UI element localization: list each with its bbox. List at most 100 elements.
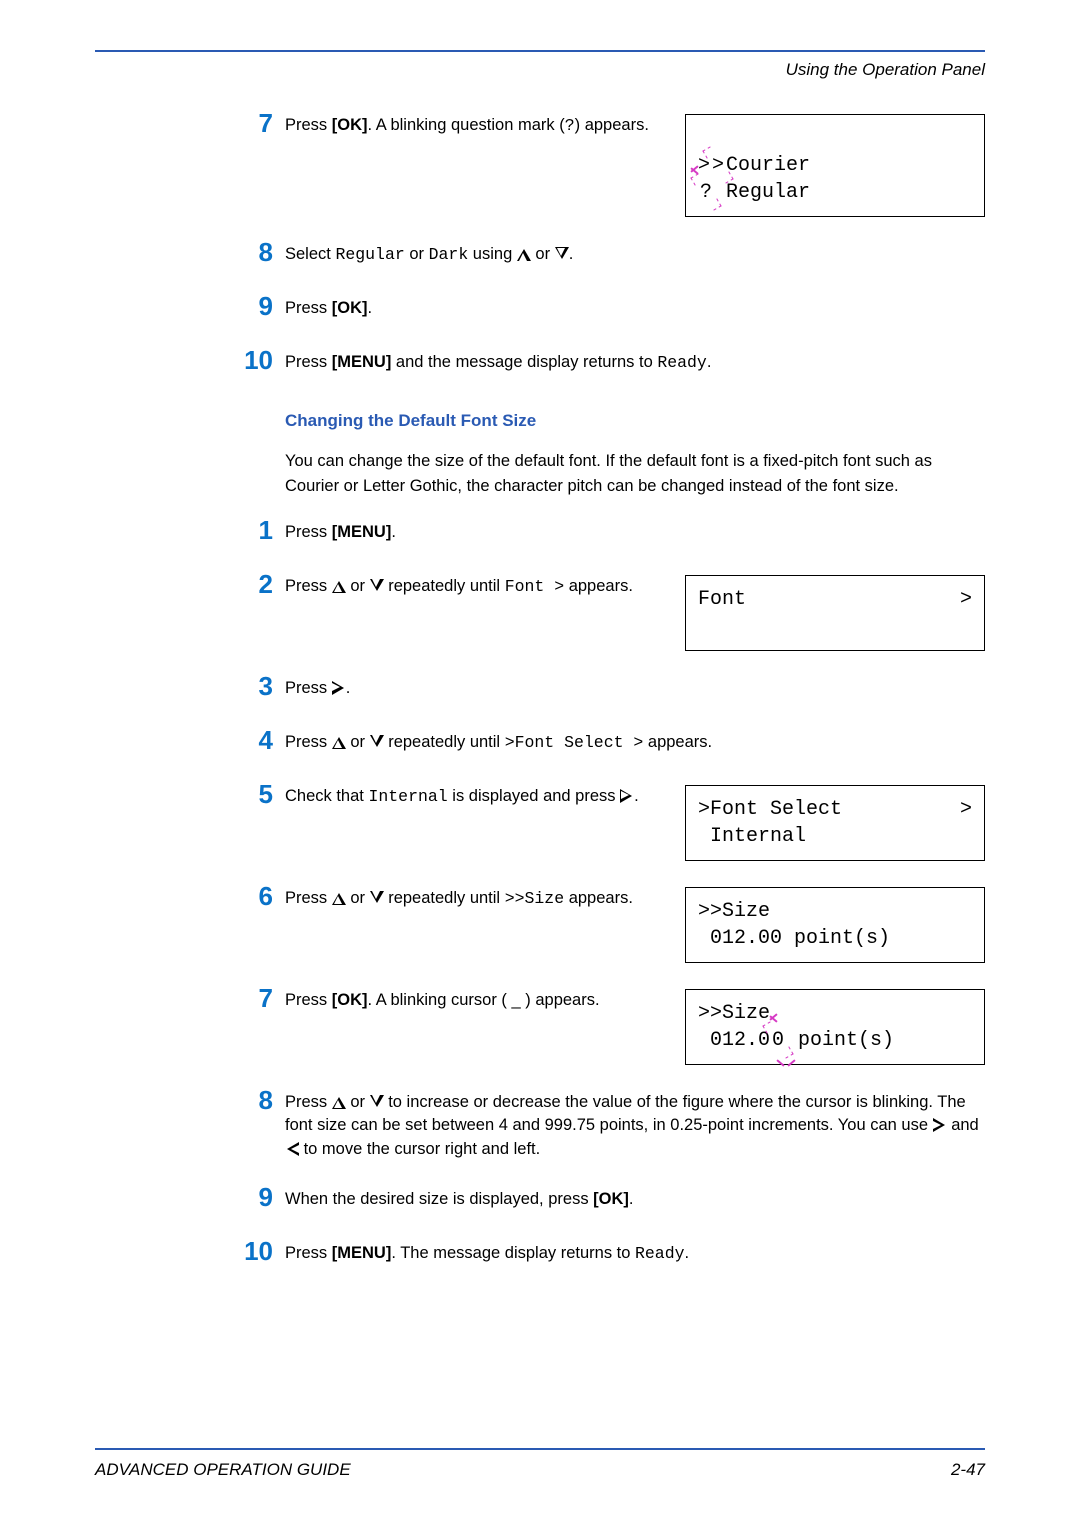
up-arrow-icon <box>332 1095 346 1109</box>
txt: . <box>707 353 712 371</box>
lcd-text: > <box>960 796 972 823</box>
txt: When the desired size is displayed, pres… <box>285 1190 593 1208</box>
ok-key: [OK] <box>332 991 368 1009</box>
txt: repeatedly until <box>384 889 505 907</box>
txt: . <box>685 1244 690 1262</box>
footer-right: 2-47 <box>951 1460 985 1480</box>
lcd-text: Courier <box>726 154 810 177</box>
mono-text: Dark <box>429 245 469 264</box>
page-content: 7 Press [OK]. A blinking question mark (… <box>285 114 985 1270</box>
lcd-text: 012.00 point(s) <box>698 927 890 950</box>
right-arrow-icon <box>332 681 346 695</box>
lcd-text: Regular <box>714 181 810 204</box>
mono-text: Regular <box>335 245 404 264</box>
txt: . <box>391 523 396 541</box>
left-arrow-icon <box>285 1142 299 1156</box>
txt: Press <box>285 1093 332 1111</box>
lcd-display: >Font Select> Internal <box>685 785 985 861</box>
step-number: 1 <box>233 515 273 546</box>
ok-key: [OK] <box>593 1190 629 1208</box>
up-arrow-icon <box>332 579 346 593</box>
txt: Press <box>285 299 332 317</box>
step-text: Press [MENU] and the message display ret… <box>285 351 985 375</box>
txt: Press <box>285 889 332 907</box>
up-arrow-icon <box>517 247 531 261</box>
s2-step-9: 9 When the desired size is displayed, pr… <box>285 1188 985 1216</box>
s2-step-7: 7 Press [OK]. A blinking cursor ( _ ) ap… <box>285 989 985 1065</box>
step-number: 8 <box>233 237 273 268</box>
txt: Press <box>285 1244 332 1262</box>
txt: Press <box>285 991 332 1009</box>
footer-left: ADVANCED OPERATION GUIDE <box>95 1460 351 1480</box>
lcd-text: point(s) <box>786 1029 894 1052</box>
s2-step-4: 4 Press or repeatedly until >Font Select… <box>285 731 985 759</box>
lcd-text: > <box>960 586 972 613</box>
txt: Select <box>285 245 335 263</box>
up-arrow-icon <box>332 735 346 749</box>
step-number: 3 <box>233 671 273 702</box>
step-number: 9 <box>233 1182 273 1213</box>
lcd-text: Font <box>698 588 746 611</box>
ok-key: [OK] <box>332 299 368 317</box>
txt: repeatedly until <box>384 733 505 751</box>
txt: appears. <box>564 889 633 907</box>
txt: Press <box>285 523 332 541</box>
step-number: 2 <box>233 569 273 600</box>
step-text: Press . <box>285 677 985 701</box>
txt: . The message display returns to <box>391 1244 635 1262</box>
step-number: 7 <box>233 983 273 1014</box>
txt: or <box>346 1093 370 1111</box>
step-text: Press [MENU]. <box>285 521 985 545</box>
txt: Press <box>285 353 332 371</box>
txt: appears. <box>643 733 712 751</box>
lcd-blink-char: ? <box>698 179 714 206</box>
menu-key: [MENU] <box>332 353 392 371</box>
step-text: Press or repeatedly until >Font Select >… <box>285 731 985 755</box>
step-text: Press [OK]. A blinking question mark (?)… <box>285 114 659 138</box>
right-arrow-icon <box>933 1118 947 1132</box>
s1-step-8: 8 Select Regular or Dark using or . <box>285 243 985 271</box>
up-arrow-icon <box>332 891 346 905</box>
step-text: Press [OK]. A blinking cursor ( _ ) appe… <box>285 989 659 1013</box>
s2-step-5: 5 Check that Internal is displayed and p… <box>285 785 985 861</box>
txt: . A blinking cursor ( _ ) appears. <box>368 991 600 1009</box>
down-arrow-icon <box>370 1095 384 1109</box>
footer-rule <box>95 1448 985 1450</box>
step-number: 8 <box>233 1085 273 1116</box>
lcd-text: Internal <box>698 825 806 848</box>
s1-step-10: 10 Press [MENU] and the message display … <box>285 351 985 379</box>
mono-text: Internal <box>368 787 447 806</box>
step-number: 4 <box>233 725 273 756</box>
lcd-text: >>Size <box>698 1002 770 1025</box>
txt: and the message display returns to <box>391 353 657 371</box>
lcd-display: >>Size 012.00 point(s) <box>685 887 985 963</box>
mono-text: Ready <box>657 353 707 372</box>
down-arrow-icon <box>370 891 384 905</box>
step-text: Select Regular or Dark using or . <box>285 243 985 267</box>
step-number: 5 <box>233 779 273 810</box>
step-text: Check that Internal is displayed and pre… <box>285 785 659 809</box>
page-footer: ADVANCED OPERATION GUIDE 2-47 <box>95 1448 985 1480</box>
txt: or <box>531 245 555 263</box>
running-header: Using the Operation Panel <box>95 60 985 80</box>
s1-step-7: 7 Press [OK]. A blinking question mark (… <box>285 114 985 217</box>
down-arrow-icon <box>370 735 384 749</box>
mono-text: Ready <box>635 1244 685 1263</box>
txt: . <box>346 679 351 697</box>
txt: Press <box>285 577 332 595</box>
question-mark: ? <box>565 116 575 135</box>
lcd-display: >>Courier ? Regular <box>685 114 985 217</box>
ok-key: [OK] <box>332 116 368 134</box>
txt: . A blinking question mark ( <box>368 116 565 134</box>
txt: to increase or decrease the value of the… <box>285 1093 966 1135</box>
step-number: 6 <box>233 881 273 912</box>
section-heading: Changing the Default Font Size <box>285 411 985 431</box>
mono-text: >>Size <box>505 889 564 908</box>
s2-step-2: 2 Press or repeatedly until Font > appea… <box>285 575 985 651</box>
lcd-text: 012.0 <box>698 1029 770 1052</box>
txt: or <box>346 889 370 907</box>
txt: is displayed and press <box>448 787 620 805</box>
intro-paragraph: You can change the size of the default f… <box>285 449 985 499</box>
txt: . <box>569 245 574 263</box>
step-number: 7 <box>233 108 273 139</box>
